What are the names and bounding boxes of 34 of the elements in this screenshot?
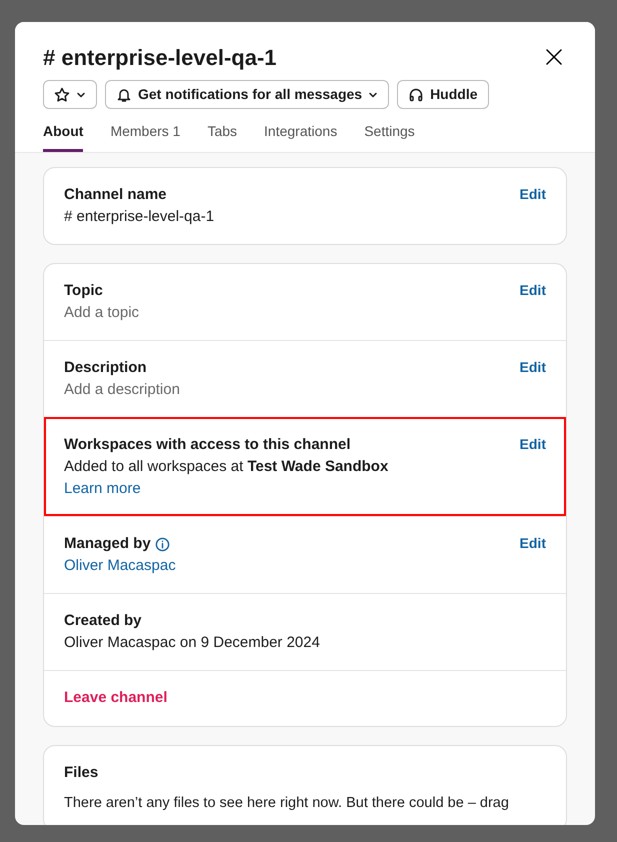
- link[interactable]: Learn more: [64, 480, 141, 497]
- tab[interactable]: Tabs: [207, 117, 238, 152]
- section-title: Channel name: [64, 185, 167, 205]
- bell-icon: [116, 86, 132, 102]
- edit-button[interactable]: Edit: [520, 184, 546, 205]
- section-title: Topic: [64, 281, 103, 301]
- section-title: Created by: [64, 611, 142, 631]
- tab[interactable]: About: [43, 117, 84, 152]
- star-icon: [54, 86, 70, 102]
- field-value: Oliver Macaspac on 9 December 2024: [64, 633, 321, 653]
- section-title: Managed by: [64, 534, 151, 554]
- description-text: There aren’t any files to see here right now. But there could be – drag: [64, 794, 510, 812]
- link[interactable]: Oliver Macaspac: [64, 557, 176, 574]
- edit-button[interactable]: Edit: [520, 533, 546, 554]
- star-menu-button[interactable]: [43, 80, 97, 109]
- huddle-button[interactable]: Huddle: [397, 80, 489, 109]
- info-icon[interactable]: [154, 536, 170, 552]
- placeholder-text: Add a topic: [64, 303, 140, 323]
- tab[interactable]: Settings: [364, 117, 415, 152]
- channel-title: # enterprise-level-qa-1: [43, 44, 277, 72]
- section-title: Files: [64, 762, 98, 782]
- edit-button[interactable]: Edit: [520, 357, 546, 378]
- field-value: Added to all workspaces at Test Wade Sandbox: [64, 457, 390, 477]
- field-value: # enterprise-level-qa-1: [64, 207, 216, 227]
- section-title: Description: [64, 358, 147, 378]
- tab[interactable]: Integrations: [264, 117, 338, 152]
- tab[interactable]: Members 1: [110, 117, 180, 152]
- notifications-button[interactable]: Get notifications for all messages: [105, 80, 390, 109]
- edit-button[interactable]: Edit: [520, 280, 546, 301]
- section-title: Workspaces with access to this channel: [64, 435, 350, 455]
- edit-button[interactable]: Edit: [520, 434, 546, 455]
- leave-channel-link[interactable]: Leave channel: [64, 689, 168, 706]
- placeholder-text: Add a description: [64, 380, 181, 400]
- headphones-icon: [408, 86, 424, 102]
